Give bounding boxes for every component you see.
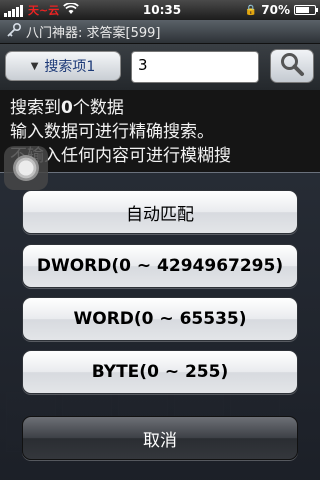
data-type-action-sheet: 自动匹配 DWORD(0 ~ 4294967295) WORD(0 ~ 6553…: [0, 172, 320, 480]
hint-fuzzy: 不输入任何内容可进行模糊搜: [10, 146, 231, 166]
assistive-touch-button[interactable]: [4, 146, 48, 190]
result-count: 0: [61, 98, 73, 118]
word-button[interactable]: WORD(0 ~ 65535): [22, 297, 298, 341]
search-icon: [279, 51, 305, 81]
search-item-label: 搜索项1: [44, 59, 96, 75]
page-title: 八门神器: 求答案[599]: [26, 26, 161, 41]
auto-match-button[interactable]: 自动匹配: [22, 190, 298, 234]
result-suffix: 个数据: [72, 98, 124, 118]
hint-exact: 输入数据可进行精确搜索。: [10, 122, 214, 142]
dword-button[interactable]: DWORD(0 ~ 4294967295): [22, 244, 298, 288]
signal-icon: [4, 3, 24, 17]
search-input[interactable]: 3: [131, 51, 259, 83]
title-bar: 八门神器: 求答案[599]: [0, 20, 320, 44]
assistive-touch-icon: [13, 155, 39, 181]
dropdown-triangle-icon: ▼: [30, 60, 39, 72]
search-row: ▼ 搜索项1 3: [0, 44, 320, 90]
battery-percent: 70%: [261, 3, 290, 17]
orientation-lock-icon: 🔒: [244, 4, 258, 16]
cancel-button[interactable]: 取消: [22, 416, 298, 460]
carrier-label: 天~云: [28, 4, 60, 17]
byte-button[interactable]: BYTE(0 ~ 255): [22, 350, 298, 394]
battery-icon: [293, 5, 318, 15]
result-count-line: 搜索到0个数据: [10, 96, 310, 120]
search-item-dropdown[interactable]: ▼ 搜索项1: [5, 51, 121, 81]
app-key-icon: [6, 22, 22, 41]
search-button[interactable]: [270, 49, 314, 83]
clock: 10:35: [142, 3, 182, 17]
wifi-icon: [63, 1, 80, 18]
result-prefix: 搜索到: [10, 98, 61, 118]
status-bar: 天~云 10:35 🔒 70%: [0, 0, 320, 20]
